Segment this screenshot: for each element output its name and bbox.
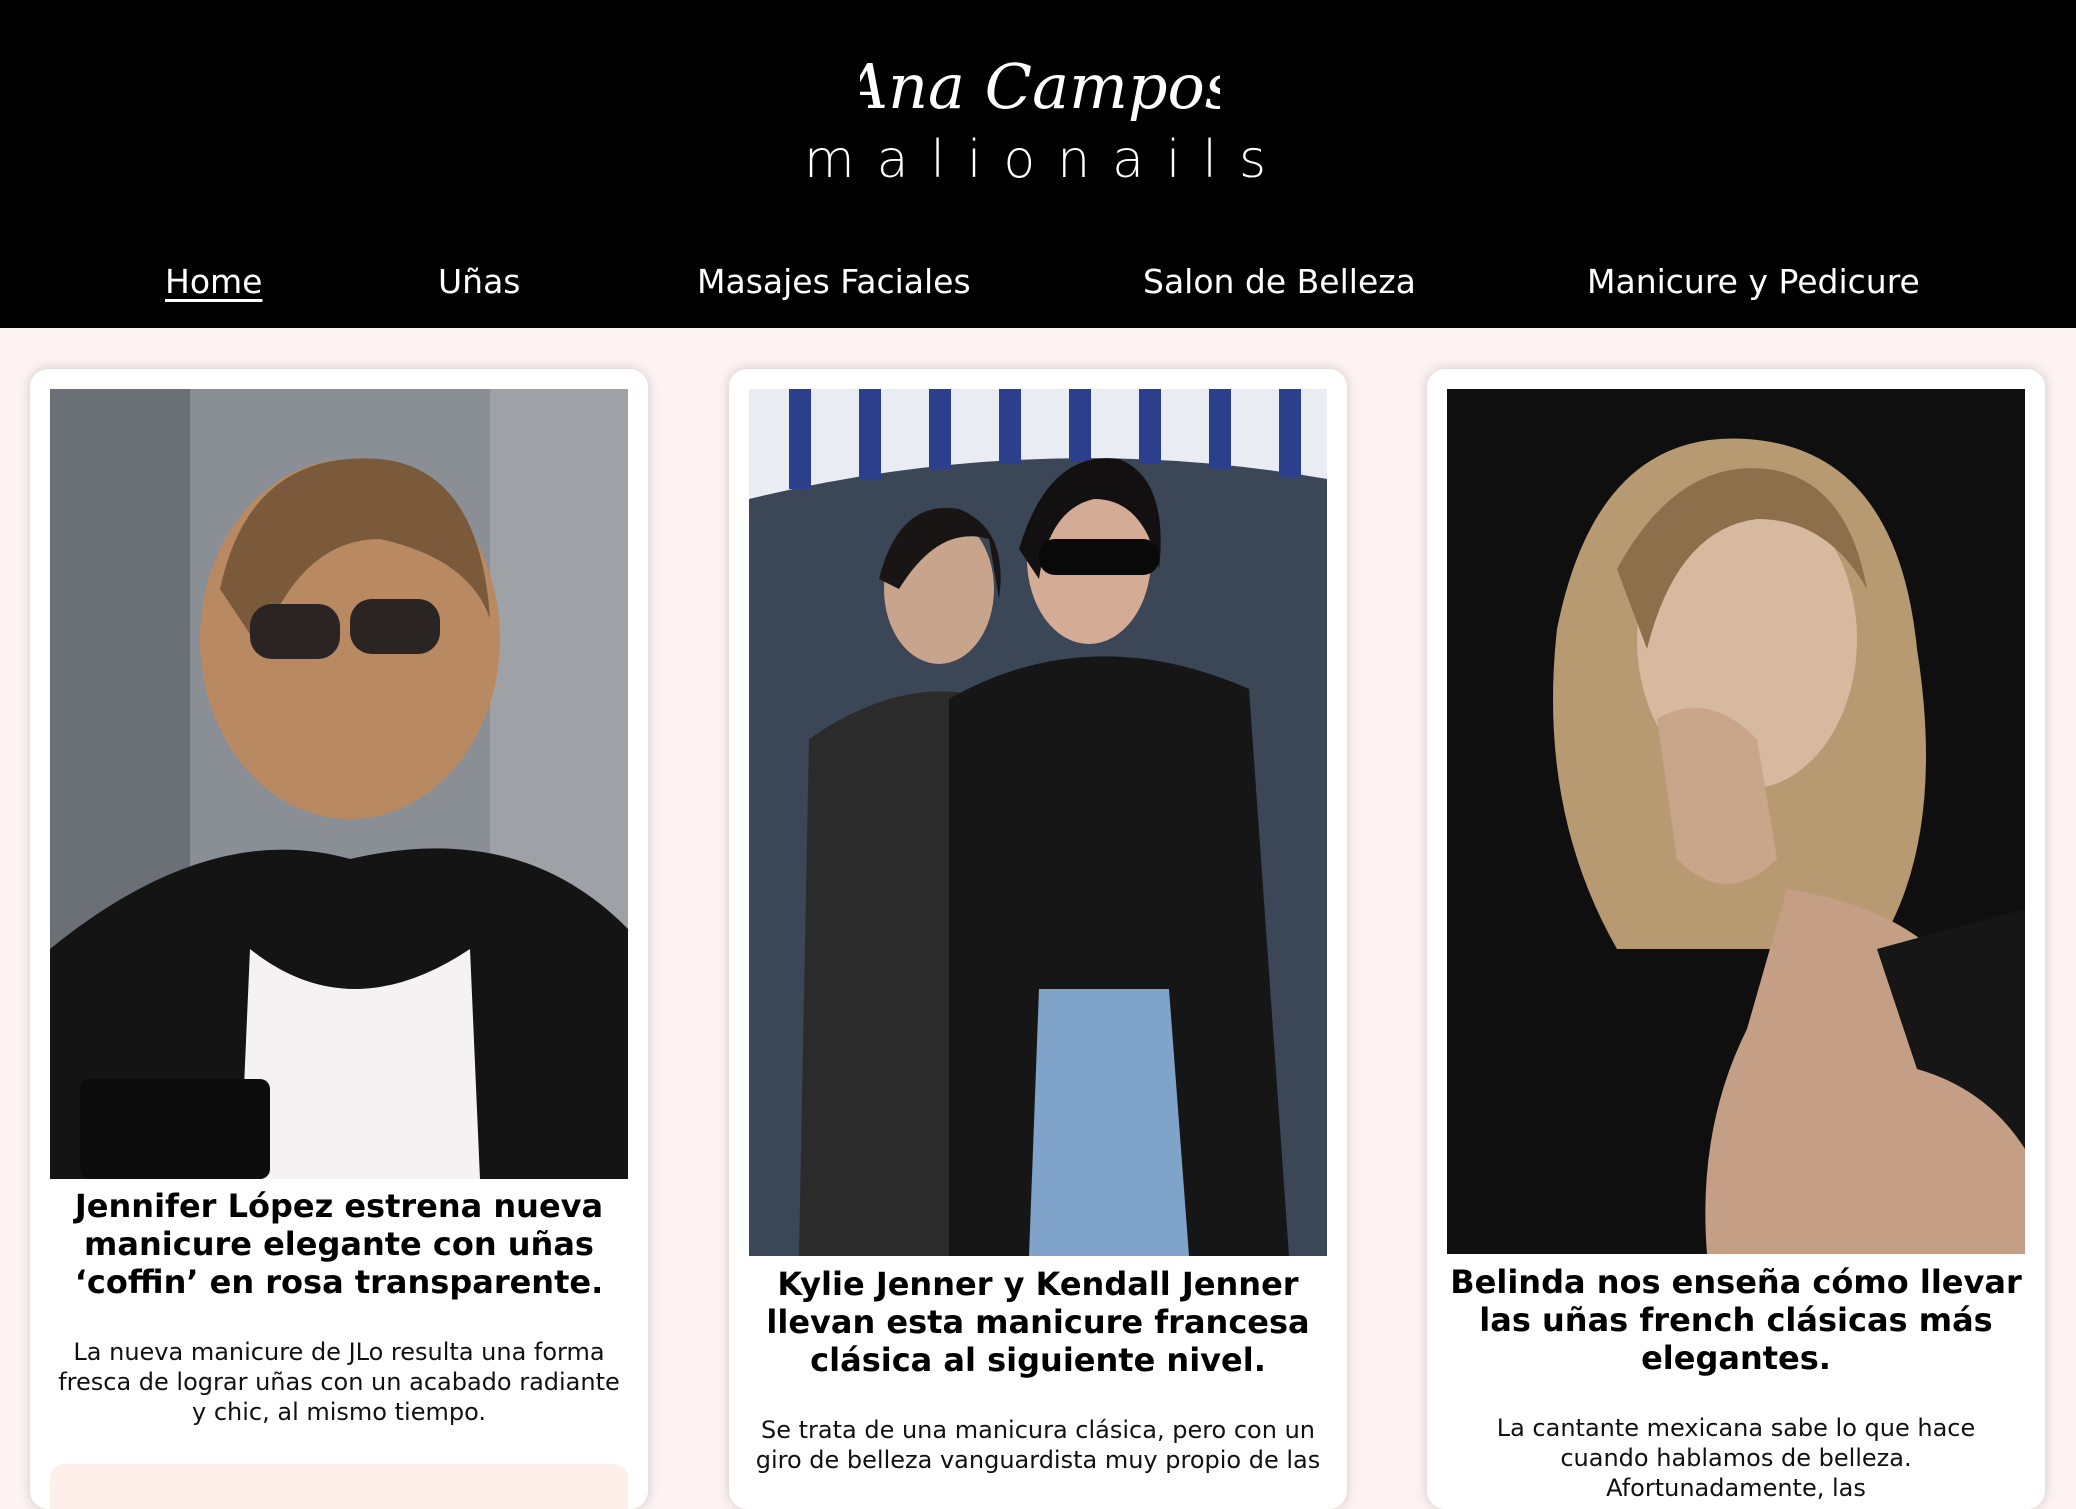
article-image[interactable] xyxy=(1447,389,2025,1254)
article-title[interactable]: Jennifer López estrena nueva manicure el… xyxy=(44,1187,634,1301)
article-image[interactable] xyxy=(749,389,1327,1256)
article-excerpt: Se trata de una manicura clásica, pero c… xyxy=(755,1416,1321,1474)
nav-item-masajes-faciales[interactable]: Masajes Faciales xyxy=(697,262,971,301)
nav-item-home[interactable]: Home xyxy=(165,262,262,301)
photo-jennifer-lopez-icon xyxy=(50,389,628,1179)
read-more-button[interactable] xyxy=(50,1464,628,1509)
main-nav: Home Uñas Masajes Faciales Salon de Bell… xyxy=(0,262,2076,322)
nav-item-unas[interactable]: Uñas xyxy=(438,262,520,301)
article-title[interactable]: Belinda nos enseña cómo llevar las uñas … xyxy=(1441,1263,2031,1377)
nav-item-manicure-y-pedicure[interactable]: Manicure y Pedicure xyxy=(1587,262,1920,301)
logo-script-text: Ana Campos xyxy=(860,50,1220,123)
site-logo[interactable]: Ana Campos malionails xyxy=(800,40,1266,190)
article-image[interactable] xyxy=(50,389,628,1179)
article-title[interactable]: Kylie Jenner y Kendall Jenner llevan est… xyxy=(743,1265,1333,1379)
article-excerpt: La cantante mexicana sabe lo que hace cu… xyxy=(1496,1414,1976,1502)
photo-kylie-kendall-jenner-icon xyxy=(749,389,1327,1256)
photo-belinda-icon xyxy=(1447,389,2025,1254)
article-excerpt: La nueva manicure de JLo resulta una for… xyxy=(58,1338,620,1426)
site-header: Ana Campos malionails Home Uñas Masajes … xyxy=(0,0,2076,328)
nav-item-salon-de-belleza[interactable]: Salon de Belleza xyxy=(1143,262,1416,301)
logo-wordmark: malionails xyxy=(804,130,1289,190)
article-card[interactable]: Belinda nos enseña cómo llevar las uñas … xyxy=(1427,369,2045,1509)
logo-script-label: Ana Campos xyxy=(860,50,1220,123)
article-card[interactable]: Kylie Jenner y Kendall Jenner llevan est… xyxy=(729,369,1347,1509)
article-card[interactable]: Jennifer López estrena nueva manicure el… xyxy=(30,369,648,1509)
